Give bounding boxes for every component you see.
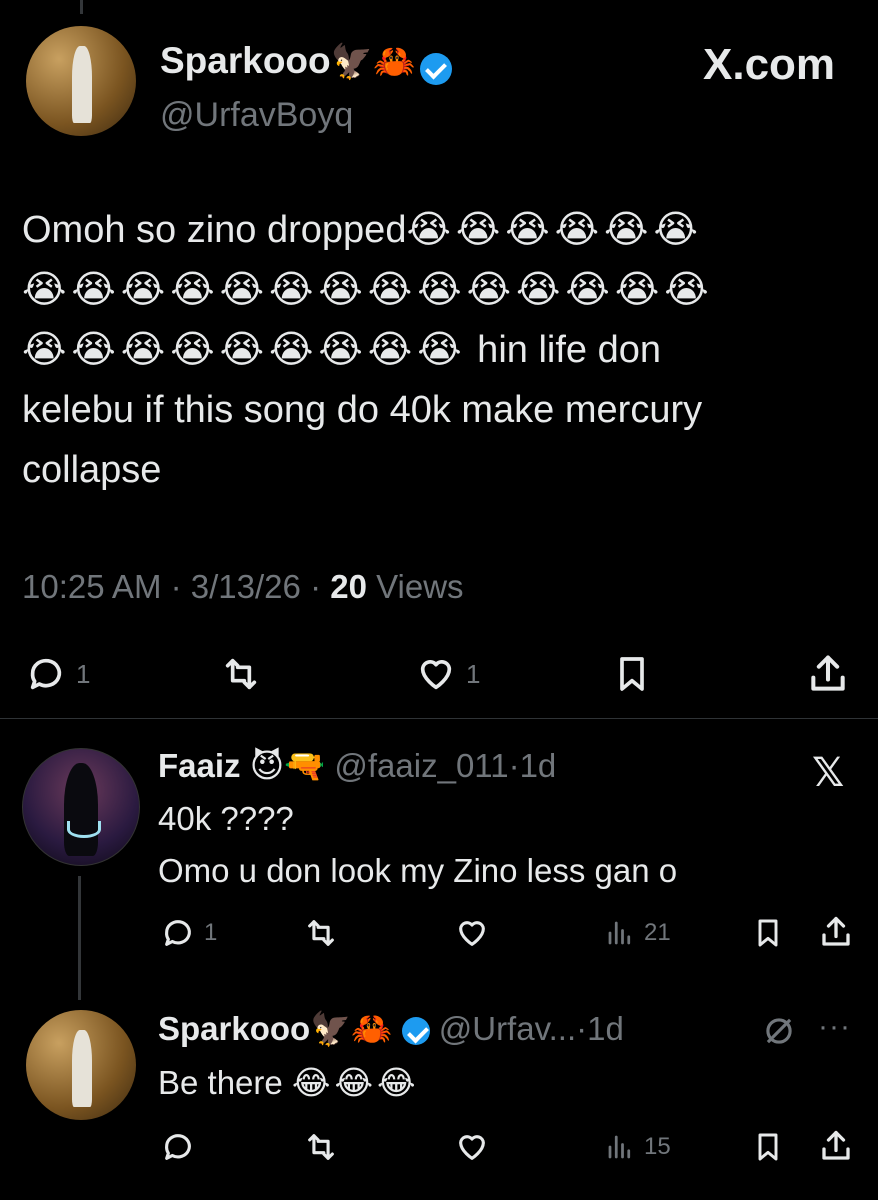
bookmark-icon bbox=[620, 657, 644, 691]
views-chart-icon bbox=[608, 921, 631, 945]
tweet-date[interactable]: 3/13/26 bbox=[191, 568, 301, 605]
meta-separator: · bbox=[170, 568, 182, 605]
tweet-text-line3: hin life don bbox=[466, 329, 661, 371]
reply1-actions: 1 21 bbox=[0, 916, 878, 956]
reply1-age[interactable]: 1d bbox=[520, 747, 557, 784]
views-chart-icon bbox=[608, 1135, 631, 1159]
share-button[interactable] bbox=[806, 652, 850, 696]
reply1-text-line1: 40k ???? bbox=[158, 800, 294, 837]
reply1-like-button[interactable] bbox=[454, 916, 490, 950]
reply-icon bbox=[30, 658, 62, 690]
author-emojis: 🦅🦀 bbox=[330, 43, 416, 81]
author-name[interactable]: Sparkooo bbox=[160, 40, 331, 81]
reply2-repost-button[interactable] bbox=[302, 1130, 340, 1164]
x-watermark: X.com bbox=[703, 40, 836, 89]
tweet-text: Omoh so zino dropped😭😭😭😭😭😭 😭😭😭😭😭😭😭😭😭😭😭😭😭… bbox=[22, 200, 852, 500]
bookmark-icon bbox=[758, 919, 778, 947]
meta-separator: · bbox=[310, 568, 322, 605]
verified-badge-icon bbox=[401, 1017, 430, 1046]
reply1-text-line2: Omo u don look my Zino less gan o bbox=[158, 852, 678, 889]
views-label: Views bbox=[376, 568, 464, 605]
x-logo-icon: 𝕏 bbox=[812, 751, 845, 795]
reply2-views-count: 15 bbox=[644, 1133, 671, 1160]
reply1-bookmark-button[interactable] bbox=[752, 916, 784, 950]
reply2-text-line: Be there bbox=[158, 1064, 283, 1101]
repost-icon bbox=[308, 920, 334, 946]
loudly-crying-emojis: 😭😭😭😭😭😭😭😭😭 bbox=[22, 329, 467, 371]
author-handle[interactable]: @UrfavBoyq bbox=[160, 96, 353, 135]
author-name-row: Sparkooo🦅🦀 bbox=[160, 40, 452, 85]
like-count: 1 bbox=[466, 658, 481, 689]
tweet-text-line4: kelebu if this song do 40k make mercury bbox=[22, 389, 703, 431]
reply2-reply-button[interactable] bbox=[160, 1130, 196, 1164]
tweet-text-line1: Omoh so zino dropped bbox=[22, 209, 407, 251]
reply1-author-emojis: 😈🔫 bbox=[249, 747, 326, 784]
repost-button[interactable] bbox=[218, 654, 264, 694]
reply2-avatar[interactable] bbox=[26, 1010, 136, 1120]
tweet-time[interactable]: 10:25 AM bbox=[22, 568, 161, 605]
tweet-text-line5: collapse bbox=[22, 449, 162, 491]
reply1-share-button[interactable] bbox=[818, 914, 854, 950]
avatar-figure bbox=[63, 762, 99, 856]
author-avatar[interactable] bbox=[26, 26, 136, 136]
reply1-reply-button[interactable]: 1 bbox=[160, 916, 217, 950]
thread-line-top bbox=[80, 0, 83, 14]
reply1-views-button[interactable]: 21 bbox=[604, 918, 671, 948]
reply-icon bbox=[165, 1134, 191, 1160]
loudly-crying-emojis: 😭😭😭😭😭😭😭😭😭😭😭😭😭😭 bbox=[22, 269, 714, 311]
reply2-like-button[interactable] bbox=[454, 1130, 490, 1164]
muted-conversation-icon bbox=[766, 1018, 792, 1044]
repost-icon bbox=[308, 1134, 334, 1160]
reply-count: 1 bbox=[76, 658, 91, 689]
reply1-reply-count: 1 bbox=[204, 919, 218, 946]
reply2-author-handle[interactable]: @Urfav... bbox=[439, 1010, 576, 1047]
avatar-figure bbox=[72, 45, 92, 123]
loudly-crying-emojis: 😭😭😭😭😭😭 bbox=[406, 209, 703, 251]
heart-icon bbox=[420, 660, 452, 690]
reply1-text: 40k ???? Omo u don look my Zino less gan… bbox=[158, 798, 677, 892]
verified-badge-icon bbox=[419, 52, 452, 85]
reply2-text: Be there 😂😂😂 bbox=[158, 1062, 420, 1104]
reply2-author-name[interactable]: Sparkooo bbox=[158, 1010, 310, 1047]
meta-separator: · bbox=[508, 747, 520, 784]
reply2-age[interactable]: 1d bbox=[587, 1010, 624, 1047]
reply2-share-button[interactable] bbox=[818, 1128, 854, 1164]
reply1-header: Faaiz 😈🔫 @faaiz_011·1d bbox=[158, 746, 556, 786]
faaiz-avatar[interactable] bbox=[22, 748, 140, 866]
views-count: 20 bbox=[330, 568, 367, 605]
share-icon bbox=[811, 655, 845, 691]
heart-icon bbox=[459, 1135, 485, 1160]
reply1-author-name[interactable]: Faaiz bbox=[158, 747, 241, 784]
reply2-bookmark-button[interactable] bbox=[752, 1130, 784, 1164]
reply2-actions: 15 bbox=[0, 1130, 878, 1170]
reply1-author-handle[interactable]: @faaiz_011 bbox=[334, 747, 508, 784]
bookmark-button[interactable] bbox=[612, 654, 652, 694]
tears-of-joy-emojis: 😂😂😂 bbox=[291, 1064, 420, 1101]
share-icon bbox=[822, 1130, 850, 1160]
bookmark-icon bbox=[758, 1133, 778, 1161]
avatar-chain bbox=[67, 820, 101, 838]
share-icon bbox=[822, 916, 850, 946]
main-tweet-actions: 1 1 bbox=[0, 650, 878, 700]
reply-icon bbox=[165, 920, 191, 946]
more-options-icon[interactable]: ··· bbox=[818, 1010, 851, 1044]
heart-icon bbox=[459, 921, 485, 946]
like-button[interactable]: 1 bbox=[414, 654, 480, 694]
reply2-header: Sparkooo🦅🦀 @Urfav...·1d bbox=[158, 1010, 624, 1049]
reply2-mute-button[interactable] bbox=[760, 1012, 798, 1050]
reply1-repost-button[interactable] bbox=[302, 916, 340, 950]
meta-separator: · bbox=[576, 1010, 588, 1047]
divider bbox=[0, 718, 878, 719]
repost-icon bbox=[225, 658, 257, 690]
reply1-views-count: 21 bbox=[644, 919, 671, 946]
tweet-meta: 10:25 AM · 3/13/26 · 20 Views bbox=[22, 568, 464, 606]
avatar-figure bbox=[72, 1029, 92, 1107]
reply2-author-emojis: 🦅🦀 bbox=[310, 1010, 393, 1047]
reply-button[interactable]: 1 bbox=[24, 654, 90, 694]
reply2-views-button[interactable]: 15 bbox=[604, 1132, 671, 1162]
